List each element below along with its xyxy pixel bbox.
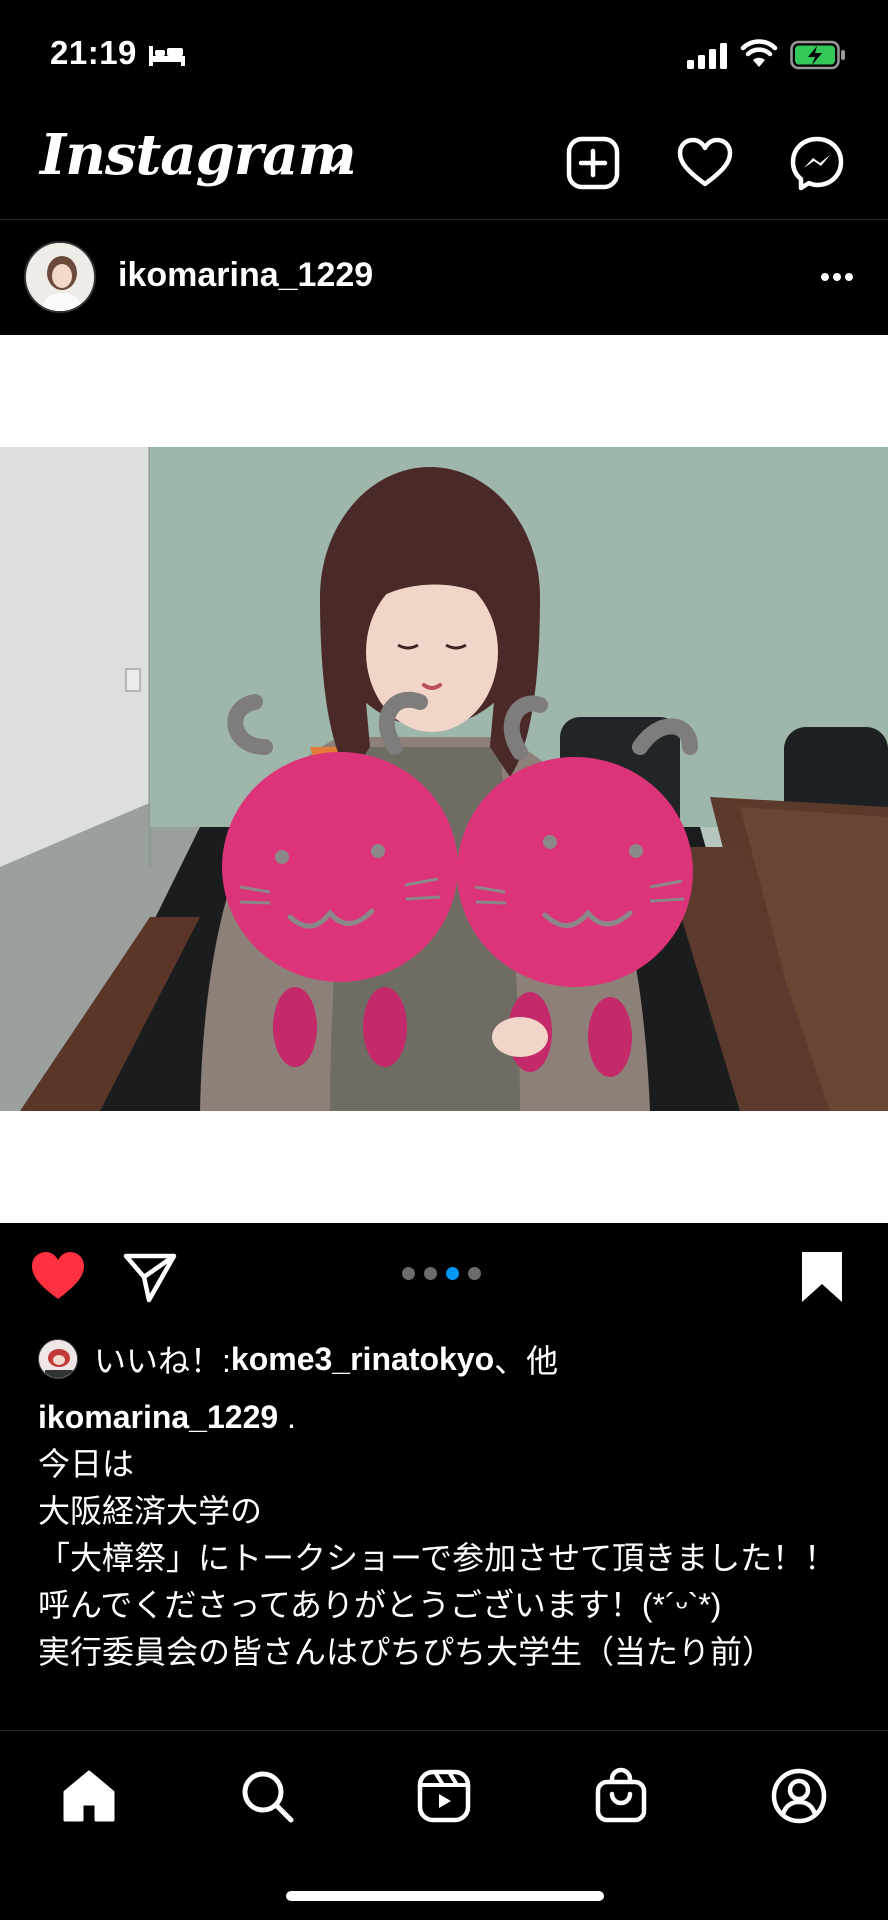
post-header: ikomarina_1229 [0,221,888,335]
caption-line: 実行委員会の皆さんはぴちぴち大学生（当たり前） [38,1634,775,1670]
likes-suffix[interactable]: 、他 [494,1336,558,1382]
carousel-indicator [402,1267,481,1281]
reels-icon[interactable] [415,1767,473,1825]
post-photo[interactable] [0,447,888,1111]
liker-avatar [38,1339,78,1379]
status-time: 21:19 [50,34,137,71]
caption-after-username: . [278,1399,296,1435]
messenger-icon[interactable] [788,134,846,192]
bottom-nav [0,1730,888,1920]
like-button-icon[interactable] [28,1247,88,1307]
likes-username[interactable]: kome3_rinatokyo [231,1341,494,1378]
caption-line: 呼んでくださってありがとうございます！(*´ᵕ`*) [38,1587,722,1623]
signal-icon [686,42,728,70]
likes-prefix: いいね！: [94,1343,231,1379]
wifi-icon [740,38,778,70]
post-username[interactable]: ikomarina_1229 [118,256,373,295]
new-post-icon[interactable] [564,134,622,192]
caption-line: 今日は [38,1446,135,1482]
chevron-down-icon[interactable] [318,150,348,180]
caption-line: 大阪経済大学の [38,1493,263,1529]
heart-icon[interactable] [676,134,734,192]
avatar[interactable] [24,241,96,313]
shop-icon[interactable] [592,1767,650,1825]
caption-line: 「大樟祭」にトークショーで参加させて頂きました！！ [38,1540,837,1576]
instagram-logo[interactable]: Instagram [40,122,357,188]
carousel-dot [402,1267,415,1280]
post-caption: ikomarina_1229 . 今日は 大阪経済大学の 「大樟祭」にトークショ… [38,1394,858,1676]
carousel-dot-active [446,1267,459,1280]
carousel-dot [468,1267,481,1280]
post-media[interactable] [0,335,888,1223]
share-icon[interactable] [120,1247,180,1307]
home-icon[interactable] [60,1767,118,1825]
instagram-feed-screen: 21:19 Instagram ikomarina_1229 いいね！: kom… [0,0,888,1920]
bed-icon [148,42,186,68]
search-icon[interactable] [238,1767,296,1825]
profile-icon[interactable] [770,1767,828,1825]
battery-charging-icon [790,40,846,70]
home-indicator [286,1891,604,1901]
carousel-dot [424,1267,437,1280]
likes-summary[interactable]: いいね！: kome3_rinatokyo 、他 [38,1334,558,1384]
save-bookmark-icon[interactable] [792,1247,852,1307]
status-bar: 21:19 [0,0,888,110]
app-header: Instagram [0,110,888,220]
caption-username[interactable]: ikomarina_1229 [38,1399,278,1435]
more-options-icon[interactable] [812,257,862,297]
